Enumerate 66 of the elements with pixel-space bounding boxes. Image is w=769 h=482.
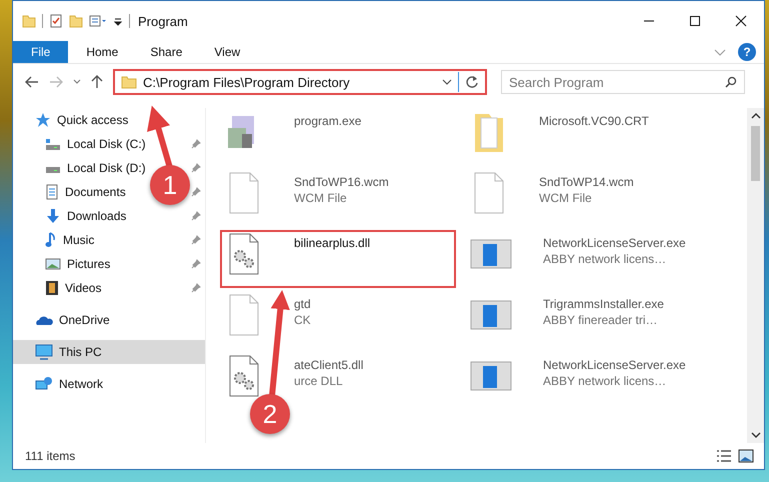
network-icon: [35, 376, 53, 392]
sidebar-item[interactable]: OneDrive: [13, 308, 205, 332]
sidebar-item[interactable]: Videos: [65, 281, 102, 295]
sidebar-item[interactable]: Documents: [65, 185, 126, 199]
refresh-icon[interactable]: [465, 75, 479, 89]
thumbnail-view-icon[interactable]: [738, 449, 754, 463]
item-count: 111 items: [25, 449, 76, 463]
recent-caret-icon[interactable]: [73, 79, 81, 85]
details-view-icon[interactable]: [716, 449, 732, 463]
address-bar[interactable]: C:\Program Files\Program Directory: [113, 69, 487, 95]
star-icon: [35, 112, 51, 128]
file-type: ABBY finereader tri…: [543, 313, 658, 327]
file-type: WCM File: [294, 191, 348, 205]
window-title: Program: [138, 14, 188, 28]
file-type: CK: [294, 313, 311, 327]
file-name[interactable]: NetworkLicenseServer.exe: [543, 236, 686, 250]
down-arrow-icon: [45, 208, 61, 224]
file-name[interactable]: bilinearplus.dll: [294, 236, 370, 250]
sidebar-item[interactable]: Music: [63, 233, 94, 247]
cloud-icon: [35, 314, 53, 326]
monitor-icon: [35, 344, 53, 360]
expand-ribbon-icon[interactable]: [714, 47, 726, 57]
drive-icon: [45, 137, 61, 151]
list-caret-icon[interactable]: [89, 14, 107, 28]
sidebar-item[interactable]: Downloads: [67, 209, 126, 223]
file-type: ABBY network licens…: [543, 374, 668, 388]
file-name[interactable]: gtd: [294, 297, 311, 311]
ribbon-tab[interactable]: Share: [136, 41, 196, 63]
maximize-icon[interactable]: [689, 15, 701, 27]
up-arrow-icon[interactable]: [91, 75, 103, 89]
file-type: WCM File: [539, 191, 593, 205]
picture-icon: [45, 257, 61, 271]
sidebar-item[interactable]: Local Disk (D:): [67, 161, 146, 175]
dropdown-caret-icon[interactable]: [442, 78, 452, 86]
ribbon-tab[interactable]: Home: [72, 41, 132, 63]
film-icon: [45, 280, 59, 296]
search-field[interactable]: Search Program: [501, 70, 745, 94]
file-name[interactable]: SndToWP16.wcm: [294, 175, 389, 189]
sidebar-item[interactable]: This PC: [13, 340, 205, 364]
checklist-icon[interactable]: [49, 14, 63, 28]
file-name[interactable]: program.exe: [294, 114, 362, 128]
file-name[interactable]: SndToWP14.wcm: [539, 175, 634, 189]
ribbon-tab[interactable]: View: [200, 41, 254, 63]
music-note-icon: [45, 232, 57, 248]
file-type: ABBY network licens…: [543, 252, 668, 266]
ribbon-tab[interactable]: File: [13, 41, 68, 63]
scroll-down-icon[interactable]: [750, 431, 760, 439]
address-path: C:\Program Files\Program Directory: [143, 74, 351, 90]
file-name[interactable]: Microsoft.VC90.CRT: [539, 114, 649, 128]
scroll-up-icon[interactable]: [750, 112, 760, 120]
file-name[interactable]: NetworkLicenseServer.exe: [543, 358, 686, 372]
sidebar-item[interactable]: Pictures: [67, 257, 110, 271]
file-type: urce DLL: [294, 374, 344, 388]
close-icon[interactable]: [735, 15, 747, 27]
scrollbar[interactable]: [747, 108, 764, 443]
scroll-thumb[interactable]: [751, 126, 760, 181]
sidebar-item[interactable]: Network: [13, 372, 205, 396]
file-name[interactable]: ateClient5.dll: [294, 358, 364, 372]
search-icon: [725, 76, 737, 88]
help-button[interactable]: ?: [738, 43, 756, 61]
file-name[interactable]: TrigrammsInstaller.exe: [543, 297, 664, 311]
folder-icon: [121, 75, 137, 89]
sidebar-item[interactable]: Quick access: [13, 108, 205, 132]
document-icon: [45, 184, 59, 200]
sidebar-item[interactable]: Local Disk (C:): [67, 137, 146, 151]
back-arrow-icon[interactable]: [25, 76, 39, 88]
